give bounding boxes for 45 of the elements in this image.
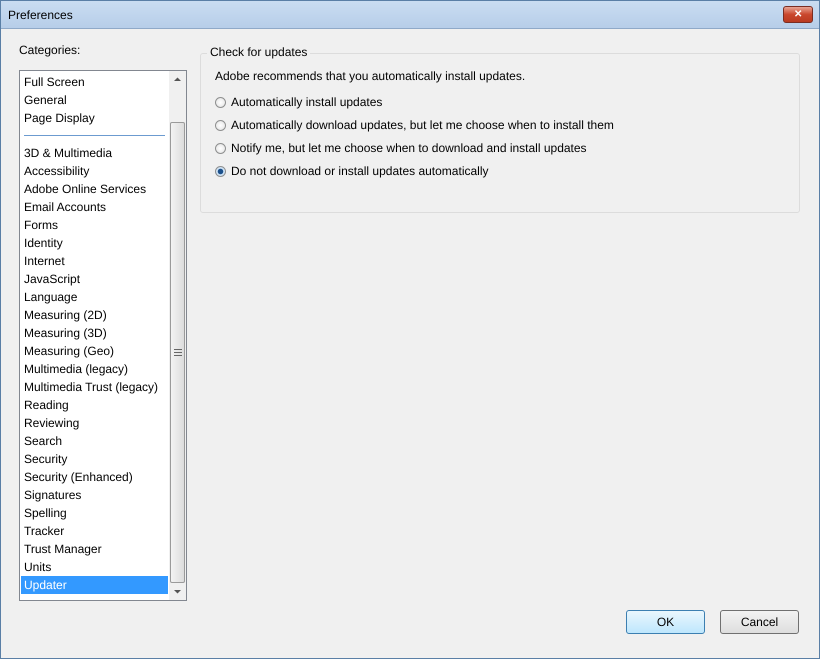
list-item[interactable]: Email Accounts [21,198,168,216]
list-item[interactable]: Multimedia Trust (legacy) [21,378,168,396]
list-item[interactable]: Full Screen [21,73,168,91]
dialog-button[interactable]: OK [626,610,705,634]
grip-icon [174,349,182,356]
categories-label: Categories: [19,43,82,59]
radio-option[interactable]: Do not download or install updates automatically [215,164,785,178]
scrollbar[interactable] [169,71,186,600]
scroll-thumb[interactable] [170,122,185,583]
radio-button[interactable] [215,96,226,108]
radio-button[interactable] [215,120,226,130]
list-item[interactable]: Adobe Online Services [21,180,168,198]
list-item[interactable]: Measuring (2D) [21,306,168,324]
list-item[interactable]: Security (Enhanced) [21,468,168,486]
list-item[interactable]: Trust Manager [21,540,168,558]
window-title: Preferences [8,8,73,22]
radio-option[interactable]: Automatically install updates [215,95,785,109]
list-item[interactable]: Security [21,450,168,468]
list-item[interactable]: 3D & Multimedia [21,144,168,162]
list-item[interactable]: General [21,91,168,109]
list-item[interactable]: Multimedia (legacy) [21,360,168,378]
radio-button[interactable] [215,166,226,176]
close-button[interactable]: ✕ [783,6,813,23]
list-item[interactable]: Reading [21,396,168,414]
list-item[interactable]: JavaScript [21,270,168,288]
list-item[interactable]: Language [21,288,168,306]
list-item[interactable]: Accessibility [21,162,168,180]
list-item[interactable]: Spelling [21,504,168,522]
list-item[interactable]: Forms [21,216,168,234]
list-item[interactable]: Measuring (Geo) [21,342,168,360]
list-item[interactable]: Identity [21,234,168,252]
list-item[interactable]: Tracker [21,522,168,540]
list-item[interactable]: Measuring (3D) [21,324,168,342]
list-item[interactable]: Search [21,432,168,450]
list-item[interactable]: Units [21,558,168,576]
list-item[interactable]: Reviewing [21,414,168,432]
radio-button[interactable] [215,142,226,154]
recommendation-text: Adobe recommends that you automatically install updates. [215,69,526,83]
radio-option[interactable]: Automatically download updates, but let me choose when to install them [215,118,785,132]
list-item[interactable]: Page Display [21,109,168,127]
list-item[interactable]: Internet [21,252,168,270]
dialog-button[interactable]: Cancel [720,610,799,634]
list-item[interactable]: Signatures [21,486,168,504]
group-title: Check for updates [207,45,310,59]
radio-option[interactable]: Notify me, but let me choose when to download and install updates [215,141,785,155]
